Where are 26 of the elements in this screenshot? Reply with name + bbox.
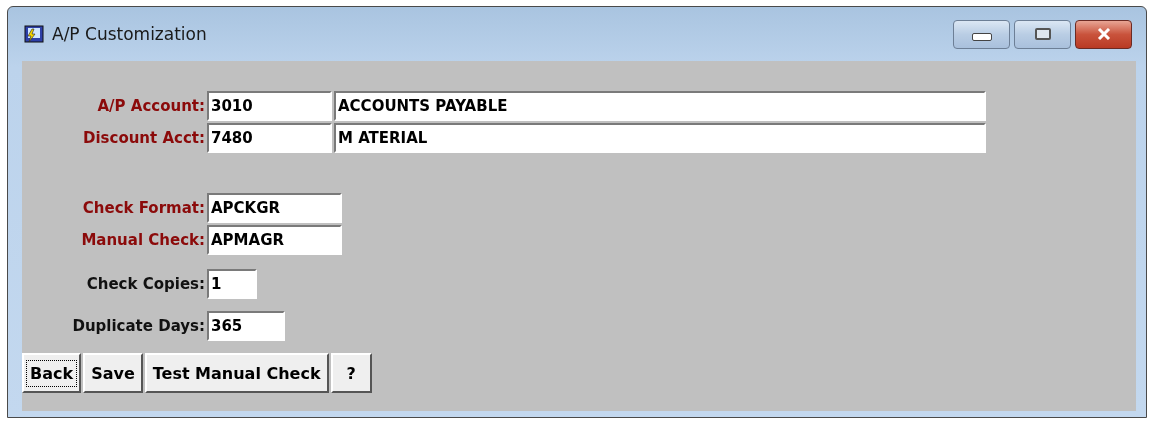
input-field[interactable]: 3010 <box>207 91 332 121</box>
window-title: A/P Customization <box>52 24 207 44</box>
field-label: A/P Account: <box>96 97 206 115</box>
description-field[interactable]: M ATERIAL <box>334 123 986 153</box>
input-field[interactable]: 1 <box>207 269 257 299</box>
maximize-button[interactable] <box>1014 19 1071 49</box>
field-label: Manual Check: <box>80 231 206 249</box>
field-label: Check Format: <box>81 199 206 217</box>
description-field[interactable]: ACCOUNTS PAYABLE <box>334 91 986 121</box>
input-field[interactable]: APMAGR <box>207 225 342 255</box>
field-label: Discount Acct: <box>81 129 206 147</box>
minimize-icon <box>971 33 992 41</box>
field-label: Duplicate Days: <box>71 317 206 335</box>
app-icon <box>24 25 44 43</box>
input-field[interactable]: 7480 <box>207 123 332 153</box>
form-button[interactable]: Save <box>83 353 143 393</box>
close-button[interactable] <box>1075 19 1132 49</box>
close-icon <box>1095 28 1112 40</box>
form-button[interactable]: Back <box>22 353 82 393</box>
maximize-icon <box>1034 28 1051 40</box>
input-field[interactable]: 365 <box>207 311 285 341</box>
form-button[interactable]: Test Manual Check <box>144 353 329 393</box>
field-label: Check Copies: <box>85 275 206 293</box>
form-button[interactable]: ? <box>330 353 372 393</box>
input-field[interactable]: APCKGR <box>207 193 342 223</box>
minimize-button[interactable] <box>953 19 1010 49</box>
